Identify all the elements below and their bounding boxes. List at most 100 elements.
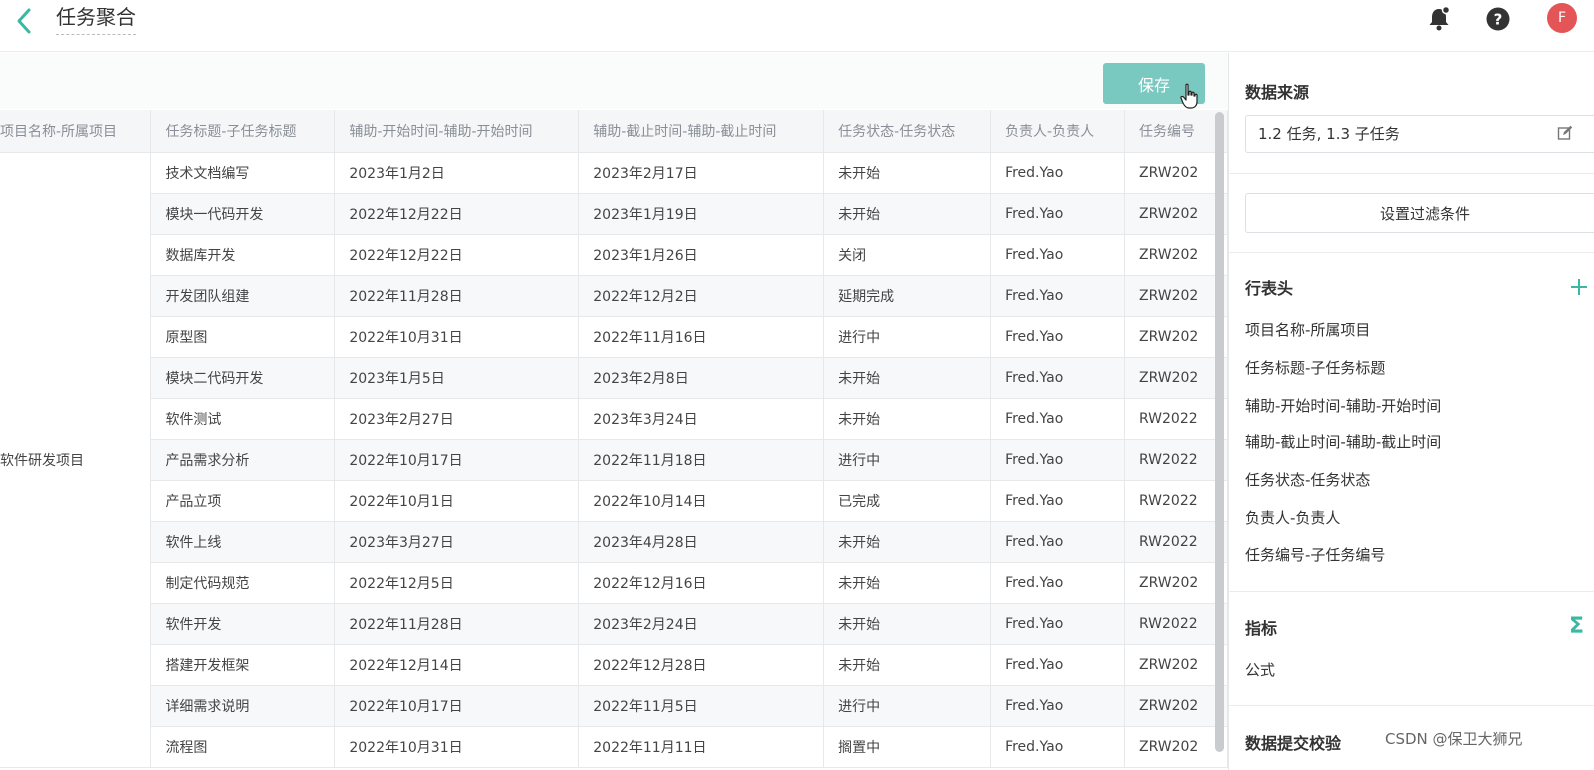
row-header-field[interactable]: 任务编号-子任务编号: [1245, 544, 1385, 565]
table-cell: Fred.Yao: [990, 562, 1125, 604]
table-cell: Fred.Yao: [990, 439, 1125, 481]
table-cell: 2022年10月1日: [334, 480, 580, 522]
data-table-container[interactable]: 项目名称-所属项目 任务标题-子任务标题 辅助-开始时间-辅助-开始时间 辅助-…: [0, 110, 1228, 770]
table-row[interactable]: 模块二代码开发 2023年1月5日 2023年2月8日 未开始 Fred.Yao…: [0, 357, 1228, 399]
row-header-field[interactable]: 负责人-负责人: [1245, 507, 1340, 528]
table-cell: 2022年12月2日: [578, 275, 825, 317]
table-row[interactable]: 软件上线 2023年3月27日 2023年4月28日 未开始 Fred.Yao …: [0, 521, 1228, 563]
table-cell: 2022年11月11日: [578, 726, 825, 768]
table-cell: 未开始: [823, 357, 992, 399]
table-row[interactable]: 开发团队组建 2022年11月28日 2022年12月2日 延期完成 Fred.…: [0, 275, 1228, 317]
table-cell: Fred.Yao: [990, 357, 1125, 399]
table-cell: 2022年11月18日: [578, 439, 825, 481]
add-row-header-icon[interactable]: [1569, 277, 1589, 297]
column-header[interactable]: 辅助-开始时间-辅助-开始时间: [334, 110, 580, 153]
table-row[interactable]: 模块一代码开发 2022年12月22日 2023年1月19日 未开始 Fred.…: [0, 193, 1228, 235]
divider: [1229, 173, 1594, 174]
table-vertical-scrollbar[interactable]: [1215, 112, 1224, 752]
column-header[interactable]: 任务编号: [1124, 110, 1228, 153]
table-row[interactable]: 软件测试 2023年2月27日 2023年3月24日 未开始 Fred.Yao …: [0, 398, 1228, 440]
table-row[interactable]: 软件开发 2022年11月28日 2023年2月24日 未开始 Fred.Yao…: [0, 603, 1228, 645]
column-header[interactable]: 辅助-截止时间-辅助-截止时间: [578, 110, 825, 153]
help-icon[interactable]: ?: [1485, 6, 1511, 32]
group-cell-project: 软件研发项目: [0, 152, 152, 768]
user-avatar[interactable]: F: [1547, 3, 1577, 33]
table-row[interactable]: 详细需求说明 2022年10月17日 2022年11月5日 进行中 Fred.Y…: [0, 685, 1228, 727]
row-header-field[interactable]: 项目名称-所属项目: [1245, 319, 1370, 340]
table-header-row: 项目名称-所属项目 任务标题-子任务标题 辅助-开始时间-辅助-开始时间 辅助-…: [0, 110, 1228, 153]
table-cell: 已完成: [823, 480, 992, 522]
table-cell: 未开始: [823, 398, 992, 440]
hand-cursor-icon: [1180, 83, 1198, 109]
table-cell: Fred.Yao: [990, 480, 1125, 522]
metric-formula-item[interactable]: 公式: [1245, 659, 1275, 680]
table-cell: 软件开发: [150, 603, 336, 645]
table-row[interactable]: 数据库开发 2022年12月22日 2023年1月26日 关闭 Fred.Yao…: [0, 234, 1228, 276]
table-cell: 2022年12月22日: [334, 234, 580, 276]
table-cell: 模块二代码开发: [150, 357, 336, 399]
table-row[interactable]: 原型图 2022年10月31日 2022年11月16日 进行中 Fred.Yao…: [0, 316, 1228, 358]
config-panel: 数据来源 1.2 任务, 1.3 子任务 设置过滤条件 行表头 项目名称-所属项…: [1228, 53, 1594, 770]
table-cell: 2023年3月24日: [578, 398, 825, 440]
task-table: 项目名称-所属项目 任务标题-子任务标题 辅助-开始时间-辅助-开始时间 辅助-…: [0, 110, 1228, 768]
table-cell: RW2022: [1124, 603, 1228, 645]
table-cell: Fred.Yao: [990, 685, 1125, 727]
table-cell: ZRW202: [1124, 562, 1228, 604]
table-row[interactable]: 搭建开发框架 2022年12月14日 2022年12月28日 未开始 Fred.…: [0, 644, 1228, 686]
table-cell: ZRW202: [1124, 685, 1228, 727]
data-source-field[interactable]: 1.2 任务, 1.3 子任务: [1245, 115, 1594, 153]
table-cell: Fred.Yao: [990, 316, 1125, 358]
column-header[interactable]: 项目名称-所属项目: [0, 110, 152, 153]
table-cell: 搁置中: [823, 726, 992, 768]
table-cell: ZRW202: [1124, 726, 1228, 768]
table-cell: ZRW202: [1124, 193, 1228, 235]
notification-bell-icon[interactable]: [1426, 6, 1452, 32]
table-row[interactable]: 软件研发项目 技术文档编写 2023年1月2日 2023年2月17日 未开始 F…: [0, 152, 1228, 768]
page-title: 任务聚合: [56, 4, 136, 35]
table-cell: ZRW202: [1124, 234, 1228, 276]
row-header-field[interactable]: 辅助-截止时间-辅助-截止时间: [1245, 431, 1441, 452]
row-header-field[interactable]: 任务标题-子任务标题: [1245, 357, 1385, 378]
table-cell: 2022年10月31日: [334, 726, 580, 768]
table-cell: 原型图: [150, 316, 336, 358]
table-cell: 2022年10月14日: [578, 480, 825, 522]
sigma-icon[interactable]: Σ: [1569, 614, 1584, 639]
table-cell: ZRW202: [1124, 152, 1228, 194]
table-cell: 2023年1月2日: [334, 152, 580, 194]
table-cell: 未开始: [823, 521, 992, 563]
table-cell: Fred.Yao: [990, 603, 1125, 645]
row-header-field[interactable]: 辅助-开始时间-辅助-开始时间: [1245, 395, 1441, 416]
edit-icon[interactable]: [1557, 125, 1573, 141]
table-cell: 2022年10月31日: [334, 316, 580, 358]
table-cell: 软件上线: [150, 521, 336, 563]
table-cell: 2022年11月16日: [578, 316, 825, 358]
table-cell: 2022年11月28日: [334, 275, 580, 317]
table-cell: 延期完成: [823, 275, 992, 317]
divider: [1229, 591, 1594, 592]
table-cell: Fred.Yao: [990, 152, 1125, 194]
row-header-title: 行表头: [1245, 279, 1294, 298]
set-filter-button[interactable]: 设置过滤条件: [1245, 193, 1594, 233]
table-cell: Fred.Yao: [990, 234, 1125, 276]
back-arrow-icon[interactable]: [10, 6, 40, 36]
column-header[interactable]: 任务状态-任务状态: [823, 110, 992, 153]
table-cell: 2022年10月17日: [334, 685, 580, 727]
table-cell: 数据库开发: [150, 234, 336, 276]
table-cell: 2023年2月17日: [578, 152, 825, 194]
table-cell: RW2022: [1124, 398, 1228, 440]
divider: [1229, 252, 1594, 253]
table-row[interactable]: 流程图 2022年10月31日 2022年11月11日 搁置中 Fred.Yao…: [0, 726, 1228, 768]
table-cell: ZRW202: [1124, 357, 1228, 399]
table-cell: 模块一代码开发: [150, 193, 336, 235]
data-source-title: 数据来源: [1245, 83, 1310, 102]
row-header-field[interactable]: 任务状态-任务状态: [1245, 469, 1370, 490]
table-cell: ZRW202: [1124, 316, 1228, 358]
table-cell: 开发团队组建: [150, 275, 336, 317]
table-cell: 制定代码规范: [150, 562, 336, 604]
table-row[interactable]: 产品立项 2022年10月1日 2022年10月14日 已完成 Fred.Yao…: [0, 480, 1228, 522]
top-bar: 任务聚合 ? F: [0, 0, 1594, 52]
column-header[interactable]: 负责人-负责人: [990, 110, 1125, 153]
column-header[interactable]: 任务标题-子任务标题: [150, 110, 336, 153]
table-row[interactable]: 产品需求分析 2022年10月17日 2022年11月18日 进行中 Fred.…: [0, 439, 1228, 481]
table-row[interactable]: 制定代码规范 2022年12月5日 2022年12月16日 未开始 Fred.Y…: [0, 562, 1228, 604]
